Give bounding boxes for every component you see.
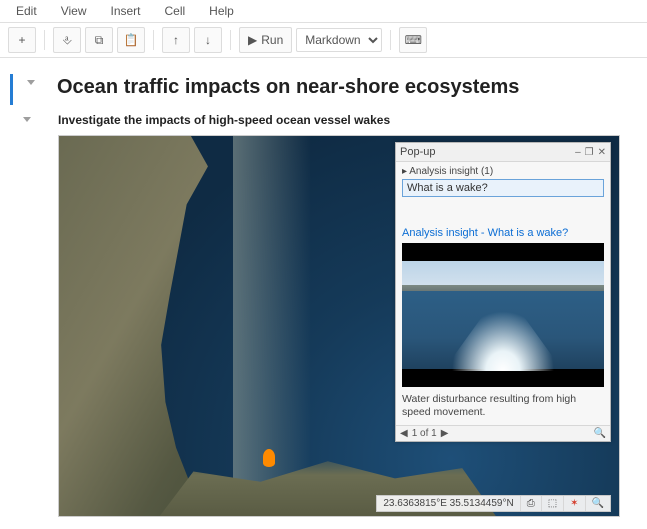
add-cell-button[interactable]: + xyxy=(8,27,36,53)
paste-cell-button[interactable]: 📋 xyxy=(117,27,145,53)
coord-tool-target[interactable]: ✶ xyxy=(564,496,585,511)
zoom-to-button[interactable]: 🔍 xyxy=(594,429,606,439)
coord-tool-zoom[interactable]: 🔍 xyxy=(586,496,610,511)
select-icon: ⬚ xyxy=(548,499,557,509)
title-cell[interactable]: Ocean traffic impacts on near-shore ecos… xyxy=(10,74,637,105)
restore-icon: ❐ xyxy=(585,148,594,158)
toolbar-separator xyxy=(230,30,231,50)
chevron-left-icon: ◀ xyxy=(400,429,408,439)
menu-help[interactable]: Help xyxy=(209,4,234,18)
map-marker[interactable] xyxy=(263,449,275,467)
page-title: Ocean traffic impacts on near-shore ecos… xyxy=(57,76,519,99)
popup-body: ▸ Analysis insight (1) What is a wake? A… xyxy=(396,162,610,425)
insight-question-field[interactable]: What is a wake? xyxy=(402,179,604,197)
popup-panel: Pop-up – ❐ ✕ ▸ Analysis insight (1) What… xyxy=(395,142,611,442)
move-down-button[interactable]: ↓ xyxy=(194,27,222,53)
coordinate-readout: 23.6363815°E 35.5134459°N xyxy=(377,496,520,511)
menu-view[interactable]: View xyxy=(61,4,87,18)
play-icon: ▶ xyxy=(248,34,257,46)
notebook-area: Ocean traffic impacts on near-shore ecos… xyxy=(0,58,647,517)
popup-footer: ◀ 1 of 1 ▶ 🔍 xyxy=(396,425,610,441)
toolbar-separator xyxy=(153,30,154,50)
keyboard-icon: ⌨ xyxy=(405,34,422,46)
arrow-down-icon: ↓ xyxy=(205,34,211,46)
menu-cell[interactable]: Cell xyxy=(165,4,186,18)
run-button-label: Run xyxy=(261,33,283,47)
chevron-down-icon xyxy=(27,80,35,85)
toolbar-separator xyxy=(44,30,45,50)
copy-icon: ⧉ xyxy=(95,34,104,46)
pager-prev-button[interactable]: ◀ xyxy=(400,428,408,439)
scissors-icon: ⎀ xyxy=(62,34,72,46)
section-subheading: Investigate the impacts of high-speed oc… xyxy=(58,113,390,127)
move-up-button[interactable]: ↑ xyxy=(162,27,190,53)
collapse-toggle[interactable] xyxy=(10,113,44,122)
popup-minimize-button[interactable]: – xyxy=(575,147,581,158)
insight-media[interactable] xyxy=(402,243,604,387)
map-output[interactable]: Pop-up – ❐ ✕ ▸ Analysis insight (1) What… xyxy=(58,135,620,517)
subheading-cell[interactable]: Investigate the impacts of high-speed oc… xyxy=(10,113,637,127)
toolbar: + ⎀ ⧉ 📋 ↑ ↓ ▶ Run Markdown ⌨ xyxy=(0,23,647,58)
command-palette-button[interactable]: ⌨ xyxy=(399,27,427,53)
pager-label: 1 of 1 xyxy=(412,428,437,439)
chevron-right-icon: ▶ xyxy=(441,429,449,439)
arrow-up-icon: ↑ xyxy=(173,34,179,46)
close-icon: ✕ xyxy=(598,148,606,158)
insight-link[interactable]: Analysis insight - What is a wake? xyxy=(402,227,604,239)
popup-title: Pop-up xyxy=(400,146,435,158)
chevron-down-icon xyxy=(23,117,31,122)
cut-cell-button[interactable]: ⎀ xyxy=(53,27,81,53)
coordinate-bar: 23.6363815°E 35.5134459°N ⎙ ⬚ ✶ 🔍 xyxy=(376,495,611,512)
target-icon: ✶ xyxy=(570,499,578,509)
print-icon: ⎙ xyxy=(527,499,535,509)
insight-caption: Water disturbance resulting from high sp… xyxy=(402,393,604,419)
plus-icon: + xyxy=(18,34,25,46)
zoom-icon: 🔍 xyxy=(592,499,604,509)
popup-close-button[interactable]: ✕ xyxy=(598,147,606,158)
collapse-toggle[interactable] xyxy=(19,76,43,85)
pager-next-button[interactable]: ▶ xyxy=(441,428,449,439)
minimize-icon: – xyxy=(575,148,581,158)
coord-tool-select[interactable]: ⬚ xyxy=(542,496,564,511)
menu-bar: Edit View Insert Cell Help xyxy=(0,0,647,23)
copy-cell-button[interactable]: ⧉ xyxy=(85,27,113,53)
popup-header[interactable]: Pop-up – ❐ ✕ xyxy=(396,143,610,162)
insight-count-label: ▸ Analysis insight (1) xyxy=(402,166,604,177)
run-button[interactable]: ▶ Run xyxy=(239,27,292,53)
coord-tool-print[interactable]: ⎙ xyxy=(521,496,542,511)
cell-type-select[interactable]: Markdown xyxy=(296,28,382,52)
toolbar-separator xyxy=(390,30,391,50)
paste-icon: 📋 xyxy=(124,34,139,46)
menu-insert[interactable]: Insert xyxy=(110,4,140,18)
popup-restore-button[interactable]: ❐ xyxy=(585,147,594,158)
popup-pager: ◀ 1 of 1 ▶ xyxy=(400,428,448,439)
menu-edit[interactable]: Edit xyxy=(16,4,37,18)
